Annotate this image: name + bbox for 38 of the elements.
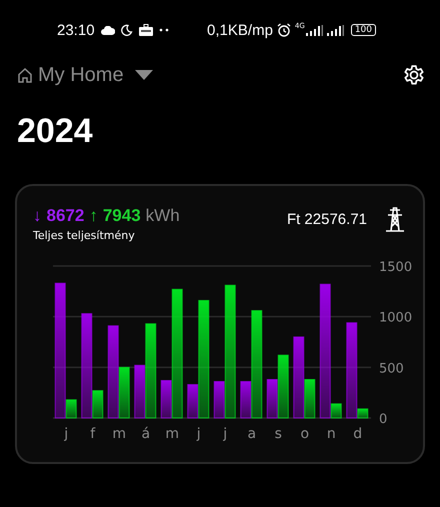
axis-tick-label: 1500 xyxy=(379,260,412,275)
home-icon xyxy=(17,67,33,83)
signal-icon xyxy=(306,24,323,36)
battery-level: 100 xyxy=(350,24,376,36)
cloud-icon xyxy=(100,26,115,34)
axis-month-label: á xyxy=(141,426,150,442)
axis-month-label: a xyxy=(247,426,256,442)
axis-month-label: s xyxy=(274,426,282,442)
alarm-icon xyxy=(276,23,291,37)
cost-value: Ft 22576.71 xyxy=(286,210,367,228)
more-icon xyxy=(158,28,169,32)
caret-icon xyxy=(134,70,153,80)
axis-month-label: m xyxy=(112,426,126,442)
axis-month-label: d xyxy=(353,426,362,442)
import-value: 8672 xyxy=(46,206,84,226)
axis-month-label: j xyxy=(64,426,68,442)
moon-icon xyxy=(120,24,133,36)
axis-month-label: j xyxy=(196,426,201,442)
unit-label: kWh xyxy=(146,206,180,226)
axis-month-label: j xyxy=(223,426,228,442)
axis-month-label: n xyxy=(326,426,336,442)
axis-month-label: o xyxy=(300,426,310,442)
subtitle: Teljes teljesítmény xyxy=(33,229,136,242)
pylon-icon xyxy=(383,206,407,232)
network-speed: 0,1KB/mp xyxy=(207,22,273,38)
axis-month-label: m xyxy=(165,426,180,442)
signal-icon xyxy=(326,24,344,36)
briefcase-icon xyxy=(138,24,153,36)
status-time: 23:10 xyxy=(57,22,95,38)
export-value: 7943 xyxy=(102,206,141,226)
axis-tick-label: 500 xyxy=(379,361,404,376)
import-arrow: ↓ xyxy=(33,206,42,226)
axis-tick-label: 0 xyxy=(379,412,388,427)
home-selector[interactable]: My Home xyxy=(17,64,153,86)
axis-month-label: f xyxy=(90,426,96,442)
export-arrow: ↑ xyxy=(89,206,98,226)
axis-tick-label: 1000 xyxy=(379,310,412,326)
year-title: 2024 xyxy=(16,111,94,152)
